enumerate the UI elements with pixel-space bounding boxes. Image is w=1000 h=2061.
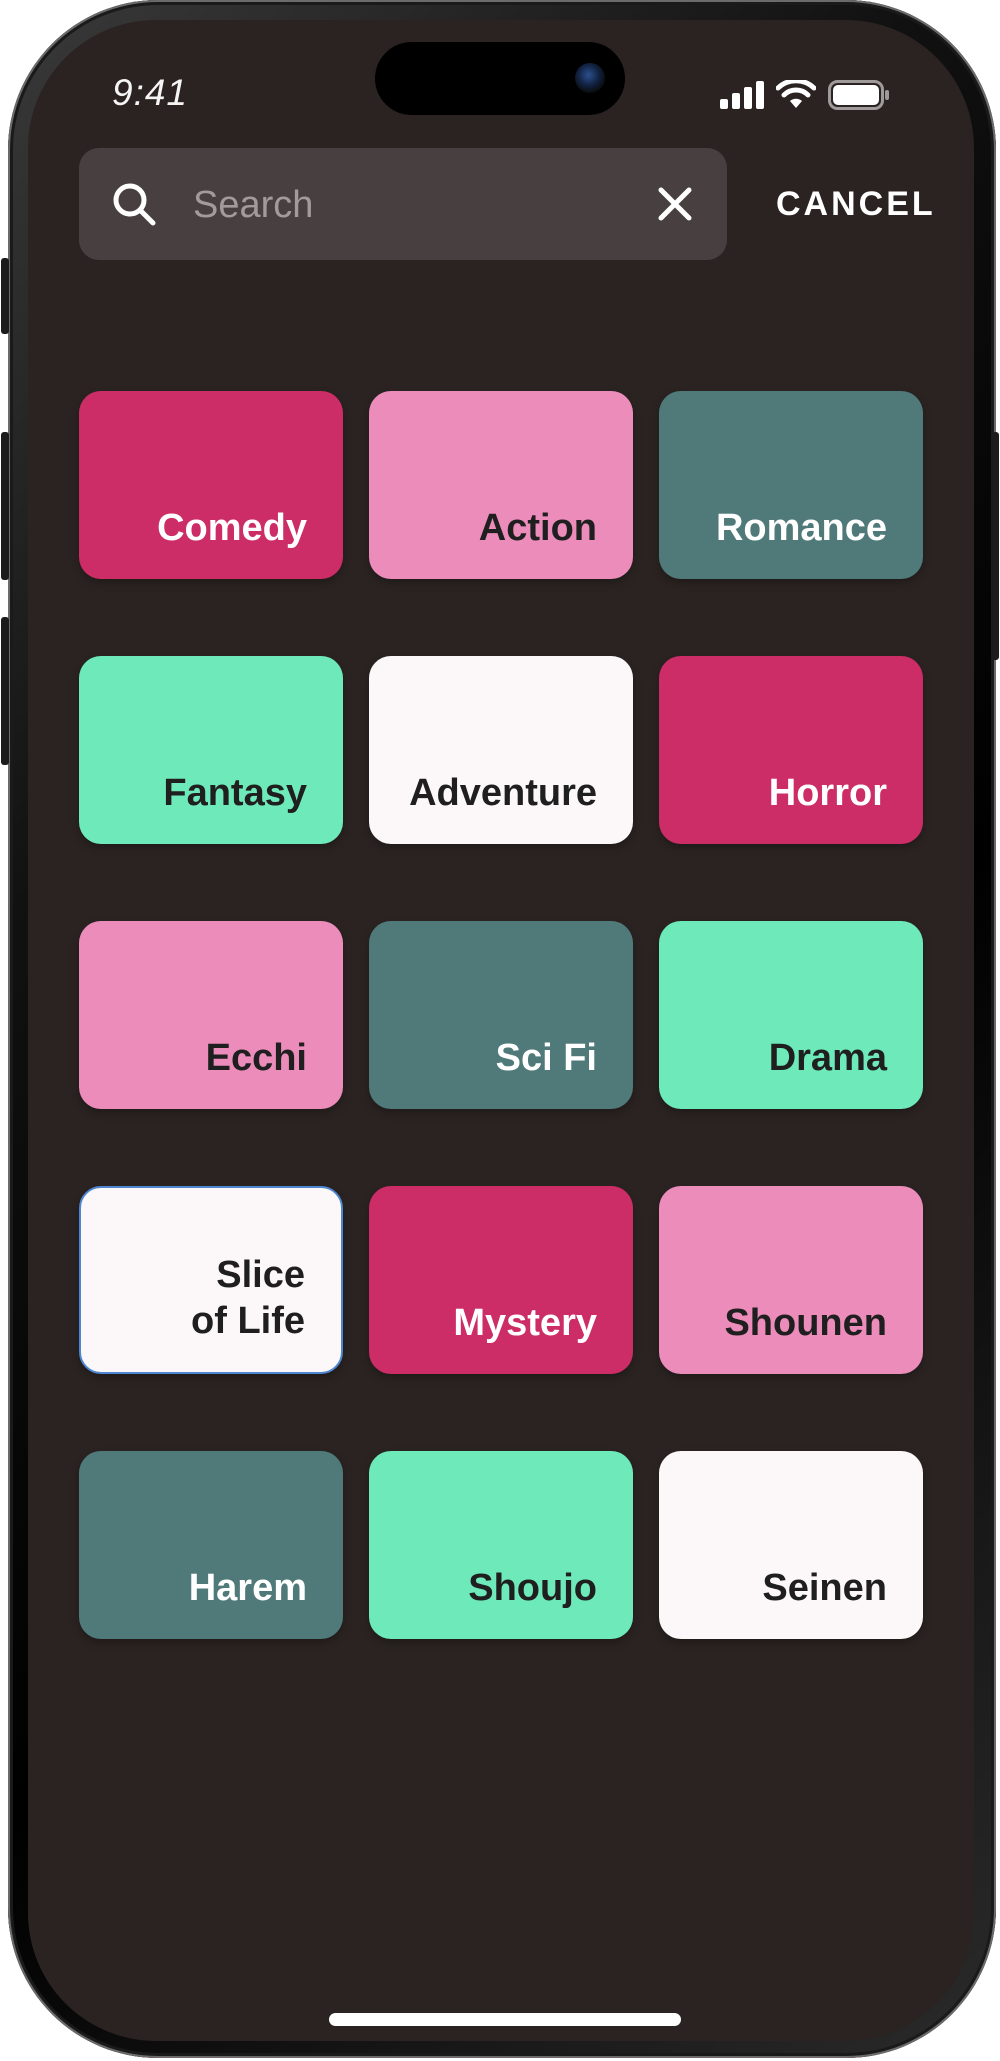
genre-tile[interactable]: Shoujo [369,1451,633,1639]
genre-label: Ecchi [205,1037,307,1079]
genre-label: Shounen [724,1302,887,1344]
genre-label: Shoujo [468,1567,597,1609]
genre-tile[interactable]: Seinen [659,1451,923,1639]
battery-icon [828,80,889,110]
genre-label: Adventure [409,772,597,814]
genre-label: Seinen [762,1567,887,1609]
genre-label: Harem [188,1567,307,1609]
genre-tile[interactable]: Sci Fi [369,921,633,1109]
genre-label: Drama [768,1037,887,1079]
genre-tile[interactable]: Slice of Life [79,1186,343,1374]
wifi-icon [776,80,816,108]
home-indicator[interactable] [329,2013,681,2026]
search-bar[interactable] [79,148,727,260]
dynamic-island [375,42,625,115]
volume-down-button [1,617,9,765]
close-icon[interactable] [657,186,693,222]
genre-tile[interactable]: Romance [659,391,923,579]
genre-tile[interactable]: Action [369,391,633,579]
camera-icon [575,63,605,93]
genre-tile[interactable]: Harem [79,1451,343,1639]
search-input[interactable] [191,174,615,236]
genre-label: Comedy [157,507,307,549]
genre-label: Slice of Life [191,1254,305,1342]
genre-label: Fantasy [163,772,307,814]
app-screen: 9:41 CANCEL Com [28,20,974,2041]
genre-tile[interactable]: Horror [659,656,923,844]
genre-label: Action [478,507,597,549]
genre-label: Sci Fi [495,1037,597,1079]
status-time: 9:41 [112,72,189,113]
genre-tile[interactable]: Ecchi [79,921,343,1109]
search-icon [113,183,156,226]
volume-up-button [1,432,9,580]
genre-label: Horror [768,772,887,814]
status-icons [720,80,890,110]
genre-tile[interactable]: Drama [659,921,923,1109]
genre-tile[interactable]: Mystery [369,1186,633,1374]
genre-label: Mystery [453,1302,597,1344]
genre-tile[interactable]: Fantasy [79,656,343,844]
genre-label: Romance [715,507,887,549]
power-button [991,432,999,660]
action-button [1,258,9,334]
cancel-button[interactable]: CANCEL [776,185,936,224]
cellular-signal-icon [720,81,764,109]
genre-tile[interactable]: Adventure [369,656,633,844]
genre-tile[interactable]: Shounen [659,1186,923,1374]
genre-tile[interactable]: Comedy [79,391,343,579]
